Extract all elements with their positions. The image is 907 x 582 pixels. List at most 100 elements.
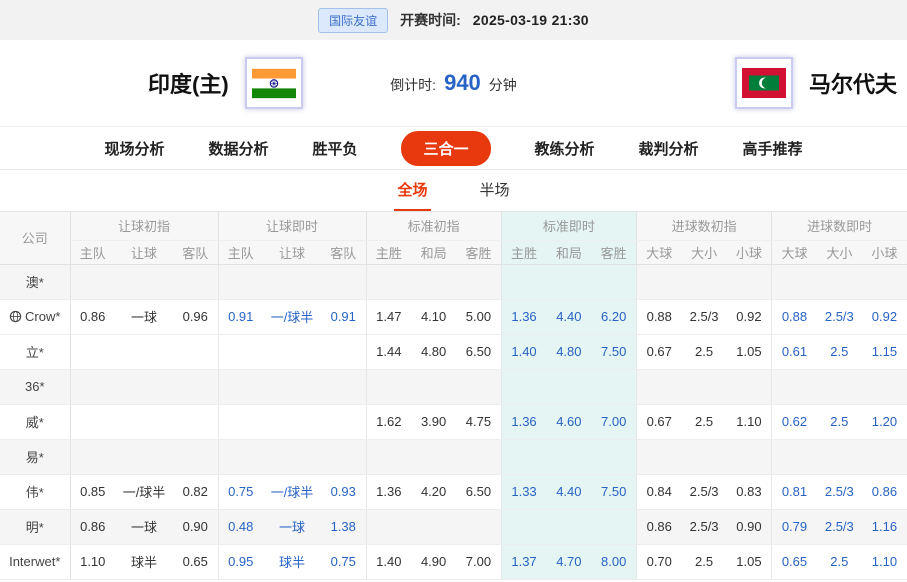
nav-tab-0[interactable]: 现场分析 [104, 138, 164, 159]
odds-cell[interactable]: 4.90 [411, 544, 456, 579]
odds-cell[interactable]: 5.00 [456, 299, 501, 334]
odds-cell[interactable]: 一/球半 [263, 474, 321, 509]
nav-tab-1[interactable]: 数据分析 [208, 138, 268, 159]
odds-cell[interactable]: 1.16 [862, 509, 907, 544]
odds-cell[interactable]: 6.20 [591, 299, 636, 334]
company-cell[interactable]: 36* [0, 369, 70, 404]
odds-cell[interactable]: 2.5 [817, 544, 862, 579]
odds-cell[interactable]: 0.95 [218, 544, 263, 579]
odds-cell[interactable]: 0.86 [70, 509, 115, 544]
odds-cell[interactable]: 1.38 [321, 509, 366, 544]
odds-cell[interactable]: 0.90 [173, 509, 218, 544]
odds-cell[interactable]: 4.80 [546, 334, 591, 369]
scope-tab-0[interactable]: 全场 [394, 170, 430, 211]
odds-cell[interactable]: 0.75 [218, 474, 263, 509]
odds-cell[interactable]: 0.75 [321, 544, 366, 579]
odds-cell[interactable]: 0.65 [772, 544, 817, 579]
odds-cell[interactable]: 0.84 [636, 474, 681, 509]
odds-cell[interactable]: 0.85 [70, 474, 115, 509]
odds-cell[interactable]: 1.36 [366, 474, 411, 509]
company-cell[interactable]: 澳* [0, 264, 70, 299]
odds-cell[interactable]: 0.86 [862, 474, 907, 509]
odds-cell[interactable]: 2.5/3 [682, 299, 727, 334]
odds-cell[interactable]: 1.36 [501, 299, 546, 334]
odds-cell[interactable]: 2.5 [682, 544, 727, 579]
odds-cell[interactable]: 2.5/3 [817, 474, 862, 509]
odds-cell[interactable]: 1.05 [727, 334, 772, 369]
odds-cell[interactable]: 0.81 [772, 474, 817, 509]
odds-cell[interactable]: 1.62 [366, 404, 411, 439]
odds-cell[interactable]: 1.05 [727, 544, 772, 579]
odds-cell[interactable]: 8.00 [591, 544, 636, 579]
odds-cell[interactable]: 2.5 [817, 334, 862, 369]
odds-cell[interactable]: 4.75 [456, 404, 501, 439]
odds-cell[interactable]: 2.5 [817, 404, 862, 439]
odds-cell[interactable]: 0.79 [772, 509, 817, 544]
odds-cell[interactable]: 0.70 [636, 544, 681, 579]
odds-cell[interactable]: 1.40 [501, 334, 546, 369]
odds-cell[interactable]: 0.91 [218, 299, 263, 334]
odds-cell[interactable]: 7.00 [591, 404, 636, 439]
odds-cell[interactable]: 1.10 [727, 404, 772, 439]
odds-cell[interactable]: 一球 [263, 509, 321, 544]
odds-cell[interactable]: 4.60 [546, 404, 591, 439]
odds-cell[interactable]: 6.50 [456, 334, 501, 369]
odds-cell[interactable]: 1.37 [501, 544, 546, 579]
odds-cell[interactable]: 一/球半 [263, 299, 321, 334]
odds-cell[interactable]: 4.10 [411, 299, 456, 334]
odds-cell[interactable]: 一/球半 [115, 474, 173, 509]
odds-cell[interactable]: 2.5 [682, 404, 727, 439]
odds-cell[interactable]: 0.88 [772, 299, 817, 334]
odds-cell[interactable]: 0.92 [727, 299, 772, 334]
company-cell[interactable]: Interwet* [0, 544, 70, 579]
company-cell[interactable]: 易* [0, 439, 70, 474]
odds-cell[interactable]: 1.20 [862, 404, 907, 439]
odds-cell[interactable]: 1.36 [501, 404, 546, 439]
odds-cell[interactable]: 0.83 [727, 474, 772, 509]
odds-cell[interactable]: 4.40 [546, 299, 591, 334]
odds-cell[interactable]: 0.86 [636, 509, 681, 544]
odds-cell[interactable]: 3.90 [411, 404, 456, 439]
odds-cell[interactable]: 0.61 [772, 334, 817, 369]
odds-cell[interactable]: 4.20 [411, 474, 456, 509]
company-cell[interactable]: 伟* [0, 474, 70, 509]
odds-cell[interactable]: 6.50 [456, 474, 501, 509]
odds-cell[interactable]: 0.93 [321, 474, 366, 509]
odds-cell[interactable]: 0.86 [70, 299, 115, 334]
odds-cell[interactable]: 球半 [115, 544, 173, 579]
odds-cell[interactable]: 1.15 [862, 334, 907, 369]
odds-cell[interactable]: 0.96 [173, 299, 218, 334]
nav-tab-5[interactable]: 裁判分析 [639, 138, 699, 159]
odds-cell[interactable]: 7.50 [591, 334, 636, 369]
company-cell[interactable]: 明* [0, 509, 70, 544]
odds-cell[interactable]: 1.10 [862, 544, 907, 579]
odds-cell[interactable]: 1.40 [366, 544, 411, 579]
league-badge[interactable]: 国际友谊 [318, 8, 388, 33]
odds-cell[interactable]: 2.5/3 [682, 509, 727, 544]
odds-cell[interactable]: 0.88 [636, 299, 681, 334]
odds-cell[interactable]: 0.92 [862, 299, 907, 334]
nav-tab-2[interactable]: 胜平负 [312, 138, 357, 159]
odds-cell[interactable]: 一球 [115, 509, 173, 544]
odds-cell[interactable]: 4.40 [546, 474, 591, 509]
odds-cell[interactable]: 2.5/3 [817, 509, 862, 544]
odds-cell[interactable]: 4.80 [411, 334, 456, 369]
nav-tab-6[interactable]: 高手推荐 [743, 138, 803, 159]
odds-cell[interactable]: 0.82 [173, 474, 218, 509]
odds-cell[interactable]: 1.47 [366, 299, 411, 334]
odds-cell[interactable]: 2.5/3 [682, 474, 727, 509]
odds-cell[interactable]: 1.44 [366, 334, 411, 369]
nav-tab-3[interactable]: 三合一 [401, 131, 490, 166]
odds-cell[interactable]: 1.10 [70, 544, 115, 579]
odds-cell[interactable]: 7.00 [456, 544, 501, 579]
odds-cell[interactable]: 2.5/3 [817, 299, 862, 334]
odds-cell[interactable]: 0.91 [321, 299, 366, 334]
scope-tab-1[interactable]: 半场 [477, 170, 513, 211]
odds-cell[interactable]: 4.70 [546, 544, 591, 579]
odds-cell[interactable]: 一球 [115, 299, 173, 334]
company-cell[interactable]: Crow* [0, 299, 70, 334]
odds-cell[interactable]: 0.90 [727, 509, 772, 544]
odds-cell[interactable]: 1.33 [501, 474, 546, 509]
nav-tab-4[interactable]: 教练分析 [535, 138, 595, 159]
odds-cell[interactable]: 0.48 [218, 509, 263, 544]
